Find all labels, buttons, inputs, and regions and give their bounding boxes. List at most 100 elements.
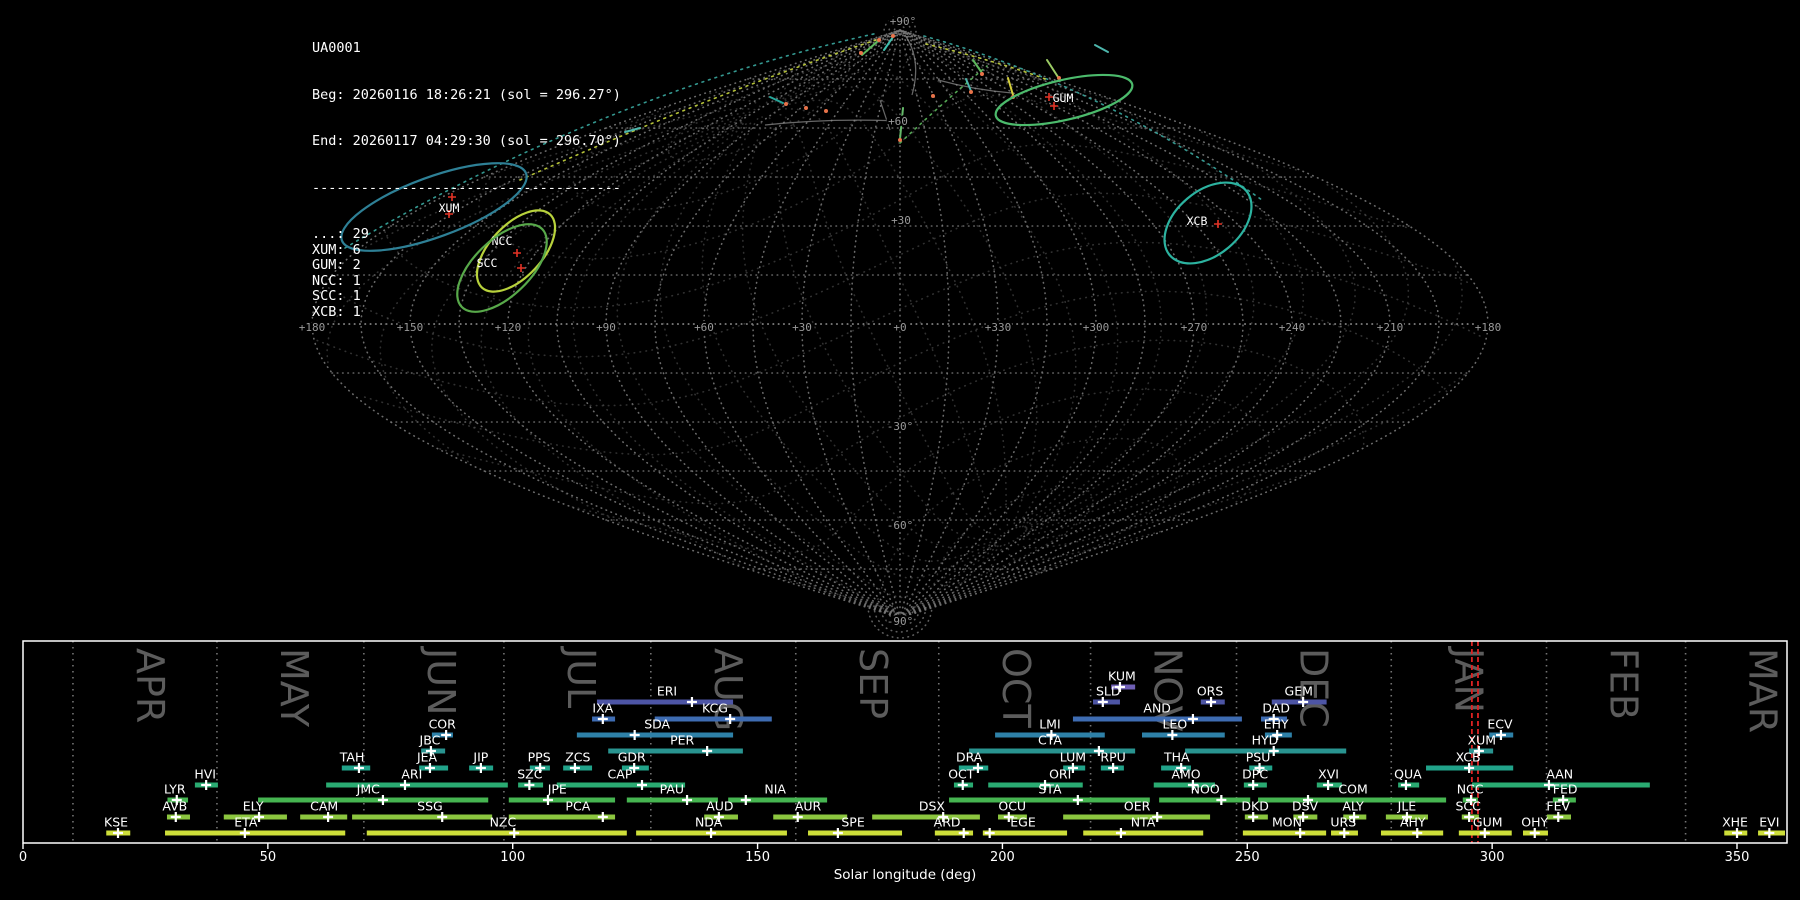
peak-marker-zcs — [569, 763, 580, 773]
shower-label-spe: SPE — [841, 815, 864, 830]
shower-label-noo: NOO — [1191, 782, 1220, 797]
peak-marker-sld — [1097, 697, 1108, 707]
activity-bar-ahy — [1380, 830, 1444, 836]
peak-marker-noo — [1216, 795, 1227, 805]
peak-marker-spe — [832, 828, 843, 838]
shower-label-cor: COR — [429, 717, 457, 732]
shower-label-jle: JLE — [1397, 799, 1417, 814]
activity-bar-and — [1072, 716, 1242, 722]
peak-marker-sda — [629, 730, 640, 740]
lat-label: -30° — [887, 420, 914, 433]
meteor-endpoint-dot — [824, 109, 828, 113]
shower-label-aan: AAN — [1546, 767, 1573, 782]
shower-counts: ...: 29 XUM: 6 GUM: 2 NCC: 1 SCC: 1 XCB: 1 — [312, 226, 621, 319]
x-tick-label: 250 — [1235, 850, 1260, 865]
shower-label-leo: LEO — [1162, 717, 1187, 732]
shower-label-ard: ARD — [934, 815, 961, 830]
peak-marker-ecv — [1495, 730, 1506, 740]
begin-time: Beg: 20260116 18:26:21 (sol = 296.27°) — [312, 86, 621, 103]
x-tick-label: 50 — [260, 850, 277, 865]
shower-label-dsx: DSX — [919, 799, 946, 814]
peak-marker-urs — [1339, 828, 1350, 838]
shower-label-scc: SCC — [1455, 799, 1481, 814]
peak-marker-mon — [1295, 828, 1306, 838]
shower-label-sta: STA — [1038, 782, 1062, 797]
peak-marker-pau — [682, 795, 693, 805]
shower-label-nia: NIA — [764, 782, 786, 797]
meteor-endpoint-dot — [969, 90, 973, 94]
activity-bar-mon — [1242, 830, 1327, 836]
peak-marker-ahy — [1412, 828, 1423, 838]
shower-label-eri: ERI — [657, 684, 677, 699]
shower-label-aud: AUD — [706, 799, 733, 814]
lat-label: +30 — [891, 214, 911, 227]
peak-marker-avb — [170, 812, 181, 822]
peak-marker-kse — [113, 828, 124, 838]
shower-label-pps: PPS — [528, 750, 551, 765]
shower-label-kcg: KCG — [702, 701, 728, 716]
meteor-endpoint-dot — [877, 38, 881, 42]
shower-label-avb: AVB — [162, 799, 187, 814]
meteor-endpoint-dot — [804, 106, 808, 110]
activity-bar-ari — [326, 782, 508, 788]
peak-marker-nzc — [509, 828, 520, 838]
shower-count-line: GUM: 2 — [312, 257, 361, 273]
month-label-jan: JAN — [1446, 646, 1490, 713]
peak-marker-ohy — [1529, 828, 1540, 838]
shower-label-hvi: HVI — [194, 767, 216, 782]
lon-label: +0 — [893, 321, 906, 334]
lat-label: -90° — [887, 615, 914, 628]
peak-marker-dkd — [1248, 812, 1259, 822]
activity-chart: APR MAY JUN JUL AUG SEP OCT NOV DEC JAN FEB MARKUME… — [19, 640, 1788, 883]
x-tick-label: 100 — [500, 850, 525, 865]
shower-label-ssg: SSG — [417, 799, 443, 814]
shower-label-sda: SDA — [644, 717, 670, 732]
peak-marker-qua — [1400, 780, 1411, 790]
month-label-feb: FEB — [1602, 648, 1646, 720]
shower-label-ege: EGE — [1010, 815, 1036, 830]
activity-bar-aur — [773, 814, 848, 820]
peak-marker-aur — [792, 812, 803, 822]
shower-label-rpu: RPU — [1100, 750, 1125, 765]
peak-marker-evi — [1764, 828, 1775, 838]
lon-label: +180 — [299, 321, 326, 334]
activity-bar-kcg — [654, 716, 772, 722]
shower-label-ors: ORS — [1197, 684, 1224, 699]
peak-marker-eta — [239, 828, 250, 838]
end-time: End: 20260117 04:29:30 (sol = 296.70°) — [312, 133, 621, 149]
lon-label: +330 — [985, 321, 1012, 334]
shower-label-and: AND — [1143, 701, 1171, 716]
peak-marker-ixa — [597, 714, 608, 724]
peak-marker-xvi — [1323, 780, 1334, 790]
shower-label-jea: JEA — [416, 750, 438, 765]
peak-marker-eri — [686, 697, 697, 707]
x-tick-label: 0 — [19, 850, 27, 865]
peak-marker-jip — [475, 763, 486, 773]
peak-marker-ard — [958, 828, 969, 838]
shower-label-ecv: ECV — [1487, 717, 1513, 732]
shower-label-qua: QUA — [1394, 767, 1422, 782]
radiant-marker-xcb — [1214, 220, 1222, 228]
lon-label: +120 — [495, 321, 522, 334]
meteor-endpoint-dot — [891, 34, 895, 38]
lat-label: +60 — [888, 115, 908, 128]
meteor-activity-screen: XUM NCC SCC GUM XCB +180 +150 +120 +90 +60 +30 +0 +3… — [0, 0, 1800, 900]
shower-label-per: PER — [670, 733, 694, 748]
shower-label-ohy: OHY — [1521, 815, 1548, 830]
peak-marker-nda — [706, 828, 717, 838]
shower-label-cap: CAP — [608, 767, 633, 782]
observation-info-block: UA0001 Beg: 20260116 18:26:21 (sol = 296… — [312, 10, 621, 319]
sky-map-and-activity-chart: XUMNCCSCCGUMXCB+180 +150 +120 +90 +60 +30 +0 +3… — [19, 13, 1788, 883]
activity-bar-jmc — [258, 797, 489, 803]
peak-marker-hvi — [201, 780, 212, 790]
shower-count-line: NCC: 1 — [312, 272, 361, 289]
shower-label-nda: NDA — [695, 815, 723, 830]
radiant-label-gum: GUM — [1053, 91, 1074, 105]
peak-marker-cap — [636, 780, 647, 790]
peak-marker-ege — [984, 828, 995, 838]
lon-label: +180 — [1475, 321, 1502, 334]
peak-marker-jea — [424, 763, 435, 773]
activity-bar-ori — [988, 782, 1083, 788]
shower-label-oct: OCT — [948, 767, 975, 782]
peak-marker-nta — [1115, 828, 1126, 838]
